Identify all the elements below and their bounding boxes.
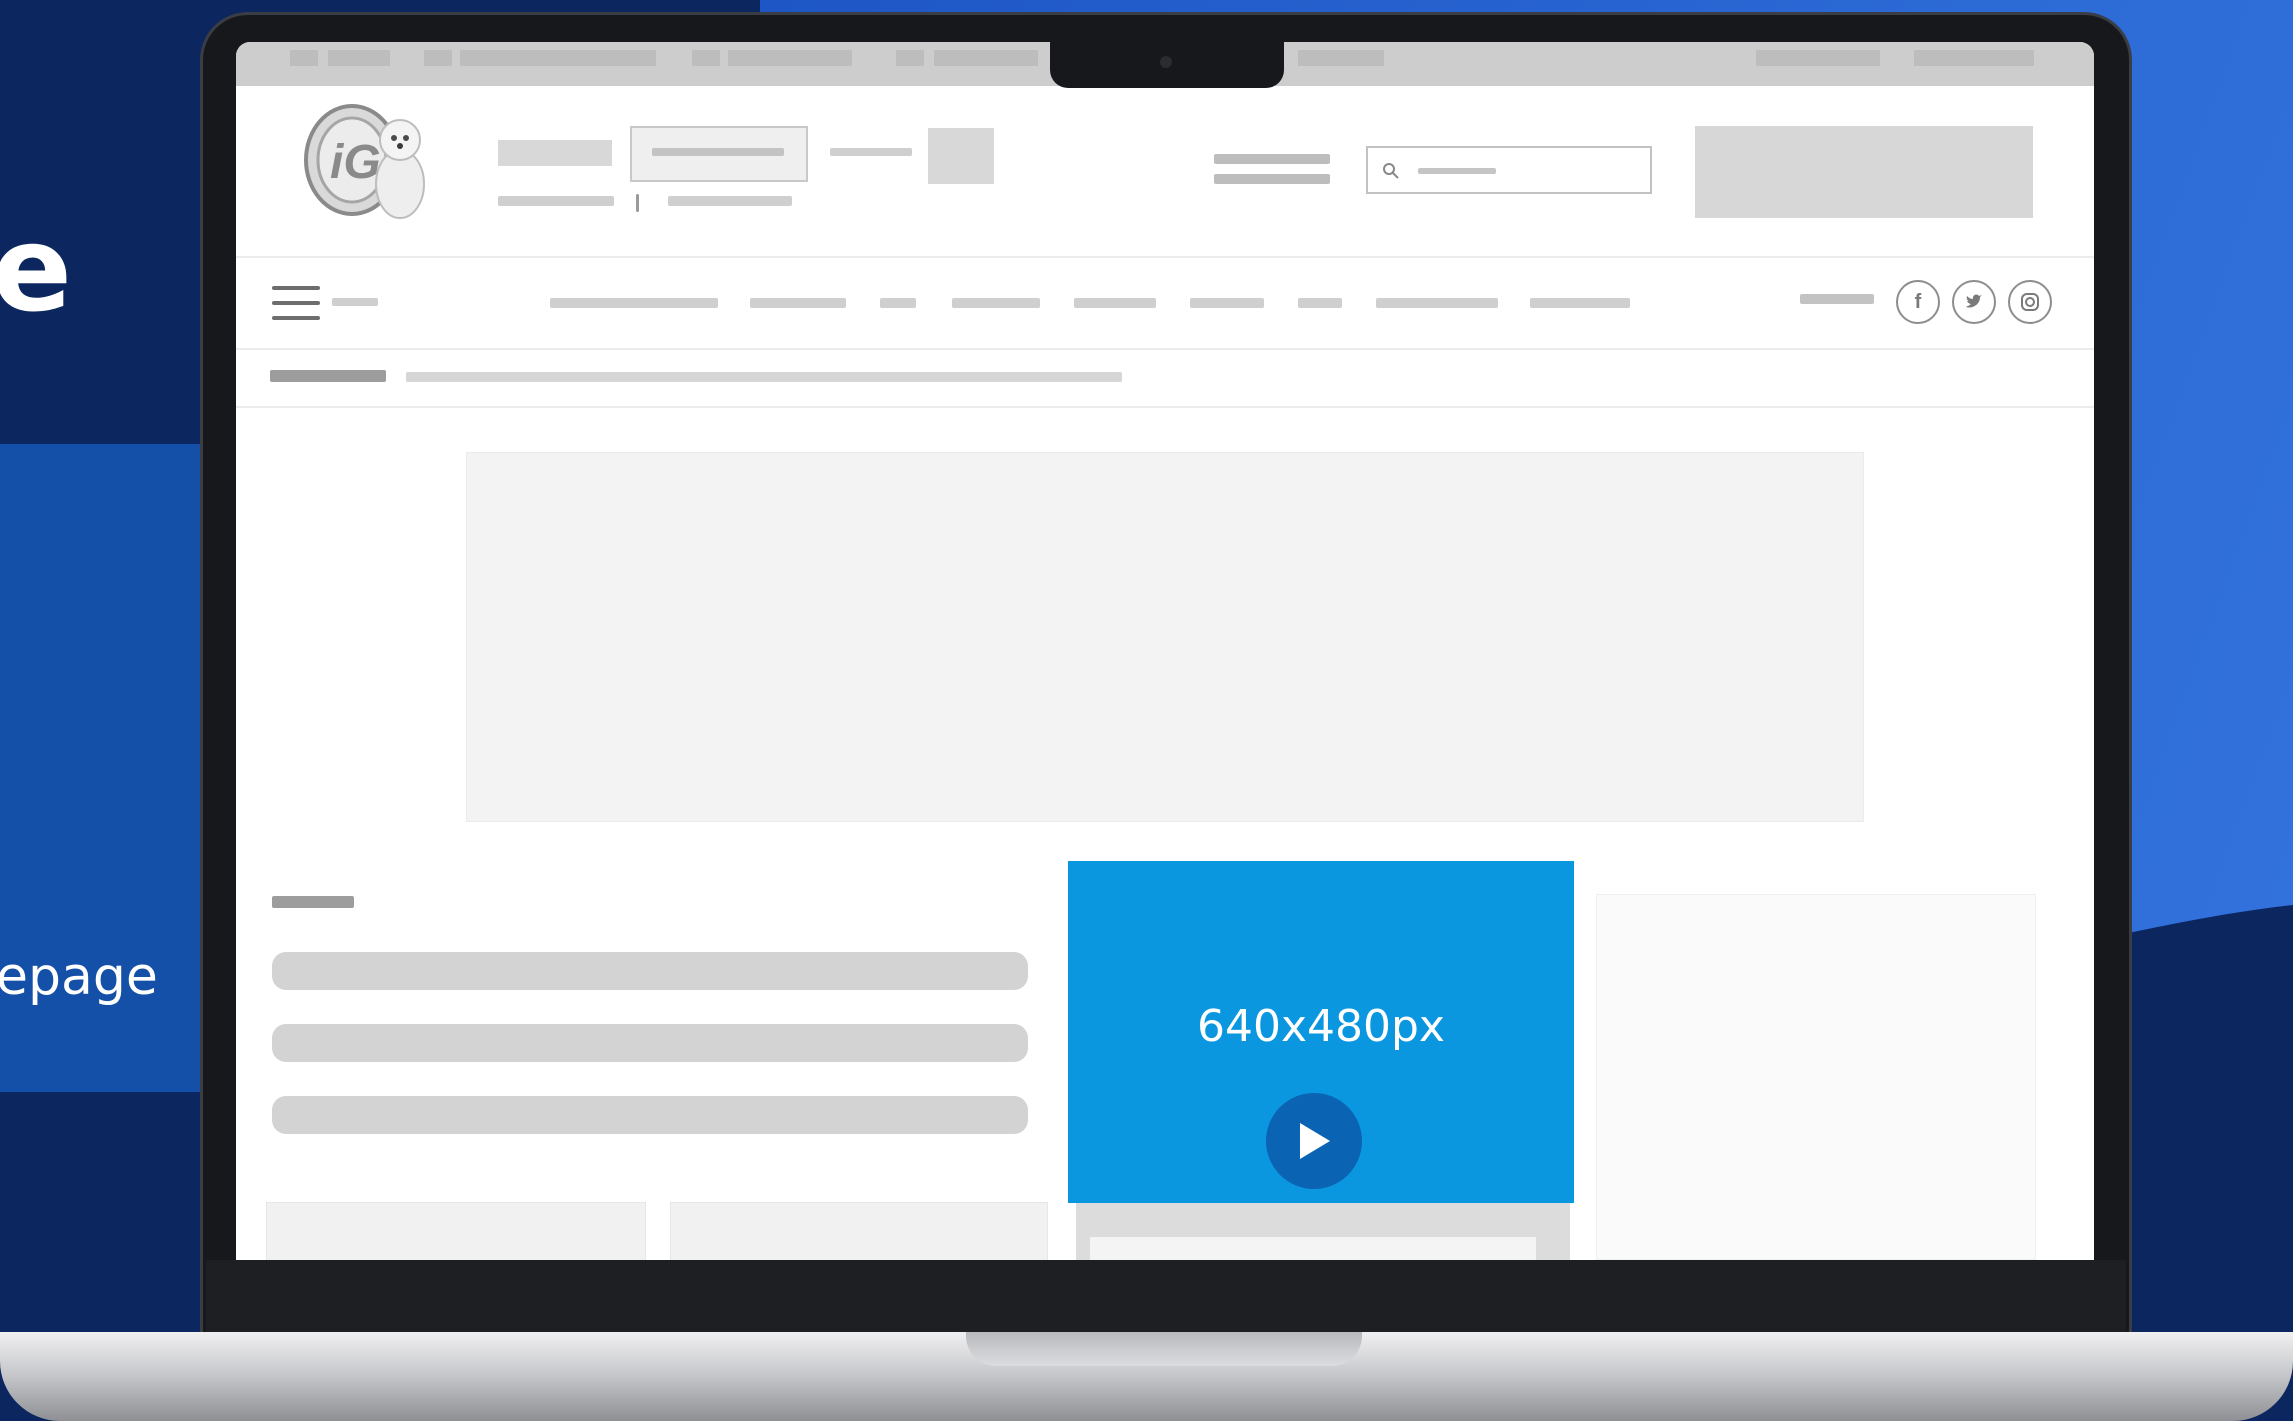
menu-icon[interactable] (272, 286, 320, 320)
laptop-screen: iG f 640x480px (236, 42, 2094, 1260)
headline-placeholder[interactable] (272, 1024, 1028, 1062)
menu-label[interactable] (332, 298, 378, 306)
search-icon (1383, 163, 1399, 179)
nav-item[interactable] (880, 298, 916, 308)
tab-title[interactable] (728, 50, 852, 66)
header-sublink[interactable] (668, 196, 792, 206)
breadcrumb-section[interactable] (270, 370, 386, 382)
search-placeholder (1418, 168, 1496, 174)
search-input[interactable] (1366, 146, 1652, 194)
tab-favicon[interactable] (896, 50, 924, 66)
nav-item[interactable] (1074, 298, 1156, 308)
camera-icon (1160, 56, 1172, 68)
nav-item[interactable] (1190, 298, 1264, 308)
header-sublink[interactable] (498, 196, 614, 206)
video-size-label: 640x480px (1197, 1001, 1445, 1052)
toolbar-item[interactable] (1914, 50, 2034, 66)
svg-text:iG: iG (330, 136, 381, 189)
laptop-chin (206, 1260, 2126, 1332)
laptop-hinge-notch (966, 1332, 1362, 1366)
site-logo[interactable]: iG (300, 100, 432, 224)
nav-item[interactable] (1530, 298, 1630, 308)
video-caption-text (1090, 1237, 1536, 1260)
nav-item[interactable] (750, 298, 846, 308)
tab-favicon[interactable] (692, 50, 720, 66)
header-ad-slot (1695, 126, 2033, 218)
social-label (1800, 294, 1874, 304)
background-headline: e (0, 200, 73, 338)
twitter-icon[interactable] (1952, 280, 1996, 324)
tab-title[interactable] (328, 50, 390, 66)
nav-item[interactable] (952, 298, 1040, 308)
play-button[interactable] (1266, 1093, 1362, 1189)
article-card[interactable] (670, 1202, 1048, 1260)
breadcrumb-divider (236, 406, 2094, 408)
nav-item[interactable] (1298, 298, 1342, 308)
header-divider (236, 256, 2094, 258)
instagram-icon[interactable] (2008, 280, 2052, 324)
headline-placeholder[interactable] (272, 1096, 1028, 1134)
video-player[interactable]: 640x480px (1068, 861, 1574, 1203)
article-kicker (272, 896, 354, 908)
nav-item[interactable] (550, 298, 718, 308)
header-separator (636, 194, 639, 212)
headline-placeholder[interactable] (272, 952, 1028, 990)
header-weather (1214, 174, 1330, 184)
tab-favicon[interactable] (424, 50, 452, 66)
play-icon (1300, 1123, 1330, 1159)
tab-title[interactable] (460, 50, 656, 66)
header-link[interactable] (830, 148, 912, 156)
sidebar-ad-slot (1596, 894, 2036, 1260)
toolbar-item[interactable] (1756, 50, 1880, 66)
facebook-icon[interactable]: f (1896, 280, 1940, 324)
header-selected-text (652, 148, 784, 156)
header-date (1214, 154, 1330, 164)
nav-item[interactable] (1376, 298, 1498, 308)
banner-ad-slot (466, 452, 1864, 822)
header-link-block[interactable] (498, 140, 612, 166)
breadcrumb-path[interactable] (406, 372, 1122, 382)
tab-title[interactable] (934, 50, 1038, 66)
tab-title[interactable] (1298, 50, 1384, 66)
article-card[interactable] (266, 1202, 646, 1260)
header-arrow-button[interactable] (928, 128, 994, 184)
nav-divider (236, 348, 2094, 350)
tab-favicon[interactable] (290, 50, 318, 66)
background-caption: epage (0, 947, 158, 1007)
